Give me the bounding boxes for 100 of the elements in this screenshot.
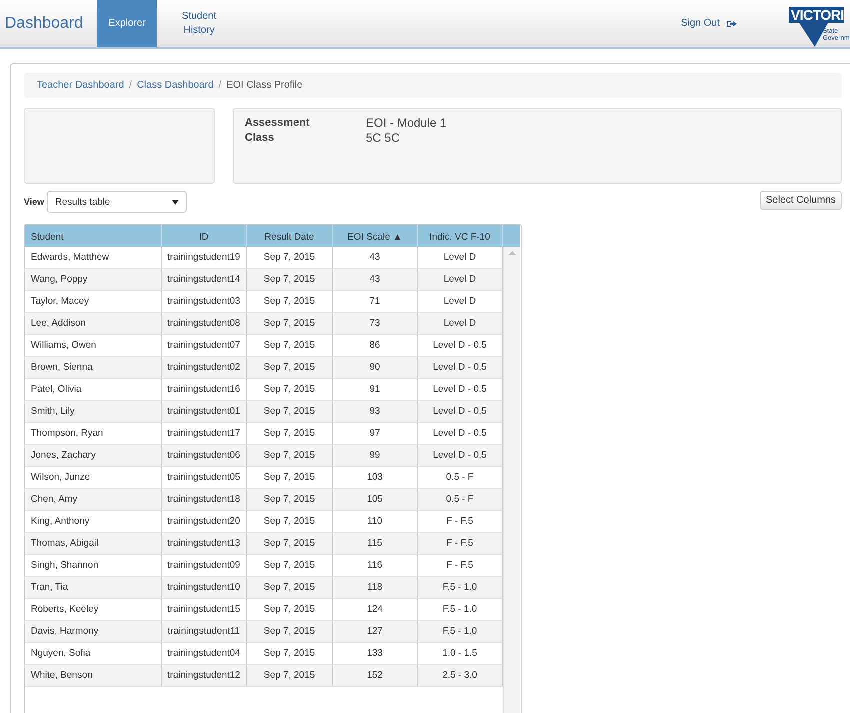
table-cell: trainingstudent11 <box>162 621 247 643</box>
logo-title: VICTORI <box>789 7 844 23</box>
breadcrumb-link[interactable]: Teacher Dashboard <box>37 80 124 91</box>
sign-out-icon <box>726 18 737 28</box>
table-cell: Sep 7, 2015 <box>247 401 333 423</box>
table-cell: F - F.5 <box>418 533 503 555</box>
table-cell: Level D - 0.5 <box>418 335 503 357</box>
table-cell: 71 <box>333 291 418 313</box>
table-cell: 93 <box>333 401 418 423</box>
view-label: View <box>24 197 44 207</box>
table-cell: 90 <box>333 357 418 379</box>
breadcrumb-link[interactable]: Class Dashboard <box>137 80 214 91</box>
table-cell: Sep 7, 2015 <box>247 577 333 599</box>
breadcrumb-separator: / <box>218 80 222 91</box>
table-cell: Sep 7, 2015 <box>247 357 333 379</box>
table-cell: 105 <box>333 489 418 511</box>
table-cell: Nguyen, Sofia <box>25 643 162 665</box>
sign-out-link[interactable]: Sign Out <box>681 0 737 47</box>
table-cell: 1.0 - 1.5 <box>418 643 503 665</box>
select-columns-button[interactable]: Select Columns <box>760 191 842 210</box>
table-cell: F - F.5 <box>418 511 503 533</box>
table-cell: Williams, Owen <box>25 335 162 357</box>
table-cell: trainingstudent18 <box>162 489 247 511</box>
table-cell: 73 <box>333 313 418 335</box>
table-cell: Sep 7, 2015 <box>247 665 333 687</box>
table-cell: Sep 7, 2015 <box>247 511 333 533</box>
table-cell: Sep 7, 2015 <box>247 269 333 291</box>
table-cell: 115 <box>333 533 418 555</box>
table-cell: 0.5 - F <box>418 467 503 489</box>
table-cell: Tran, Tia <box>25 577 162 599</box>
table-cell: Level D <box>418 269 503 291</box>
table-cell: 127 <box>333 621 418 643</box>
table-cell: Level D - 0.5 <box>418 401 503 423</box>
info-value: 5C 5C <box>366 131 402 146</box>
table-cell: Sep 7, 2015 <box>247 621 333 643</box>
table-cell: Level D - 0.5 <box>418 379 503 401</box>
table-cell: 97 <box>333 423 418 445</box>
table-cell: Level D - 0.5 <box>418 445 503 467</box>
info-value: EOI - Module 1 <box>366 116 448 131</box>
table-cell: Sep 7, 2015 <box>247 445 333 467</box>
table-cell: Sep 7, 2015 <box>247 555 333 577</box>
table-cell: trainingstudent02 <box>162 357 247 379</box>
table-cell: trainingstudent10 <box>162 577 247 599</box>
table-cell: trainingstudent17 <box>162 423 247 445</box>
table-cell: trainingstudent13 <box>162 533 247 555</box>
table-cell: Davis, Harmony <box>25 621 162 643</box>
table-cell: Thomas, Abigail <box>25 533 162 555</box>
table-cell: F - F.5 <box>418 555 503 577</box>
table-cell: Sep 7, 2015 <box>247 643 333 665</box>
table-cell: Patel, Olivia <box>25 379 162 401</box>
table-cell: 2.5 - 3.0 <box>418 665 503 687</box>
table-cell: White, Benson <box>25 665 162 687</box>
table-cell: Sep 7, 2015 <box>247 313 333 335</box>
breadcrumb-separator: / <box>129 80 132 91</box>
current-page-label: EOI Class Profile <box>226 80 303 91</box>
table-cell: trainingstudent15 <box>162 599 247 621</box>
scroll-up-icon <box>508 251 516 255</box>
table-cell: trainingstudent01 <box>162 401 247 423</box>
table-cell: 116 <box>333 555 418 577</box>
table-cell: trainingstudent09 <box>162 555 247 577</box>
table-cell: F.5 - 1.0 <box>418 621 503 643</box>
view-select[interactable]: Results table <box>47 191 188 213</box>
table-cell: 103 <box>333 467 418 489</box>
table-cell: Level D <box>418 313 503 335</box>
table-cell: Level D - 0.5 <box>418 423 503 445</box>
brand-title[interactable]: Dashboard <box>0 0 98 47</box>
table-cell: Wang, Poppy <box>25 269 162 291</box>
nav-tab[interactable]: Explorer <box>97 0 158 47</box>
table-cell: Wilson, Junze <box>25 467 162 489</box>
table-cell: Lee, Addison <box>25 313 162 335</box>
table-cell: 43 <box>333 247 418 269</box>
table-cell: F.5 - 1.0 <box>418 599 503 621</box>
table-cell: Level D - 0.5 <box>418 357 503 379</box>
table-cell: trainingstudent16 <box>162 379 247 401</box>
table-cell: 133 <box>333 643 418 665</box>
table-cell: Sep 7, 2015 <box>247 489 333 511</box>
table-cell: 118 <box>333 577 418 599</box>
table-cell: 91 <box>333 379 418 401</box>
table-cell: trainingstudent20 <box>162 511 247 533</box>
table-cell: trainingstudent04 <box>162 643 247 665</box>
table-cell: Sep 7, 2015 <box>247 533 333 555</box>
table-cell: Sep 7, 2015 <box>247 379 333 401</box>
table-cell: Brown, Sienna <box>25 357 162 379</box>
table-cell: Sep 7, 2015 <box>247 423 333 445</box>
table-cell: Roberts, Keeley <box>25 599 162 621</box>
table-cell: Edwards, Matthew <box>25 247 162 269</box>
table-cell: trainingstudent07 <box>162 335 247 357</box>
table-cell: trainingstudent05 <box>162 467 247 489</box>
table-cell: trainingstudent19 <box>162 247 247 269</box>
table-cell: 152 <box>333 665 418 687</box>
table-cell: 99 <box>333 445 418 467</box>
table-cell: Chen, Amy <box>25 489 162 511</box>
table-cell: 86 <box>333 335 418 357</box>
table-cell: Level D <box>418 247 503 269</box>
table-cell: 110 <box>333 511 418 533</box>
table-cell: Sep 7, 2015 <box>247 467 333 489</box>
nav-tab[interactable]: Student History <box>169 0 230 47</box>
table-cell: trainingstudent12 <box>162 665 247 687</box>
table-cell: Taylor, Macey <box>25 291 162 313</box>
table-cell: Sep 7, 2015 <box>247 291 333 313</box>
